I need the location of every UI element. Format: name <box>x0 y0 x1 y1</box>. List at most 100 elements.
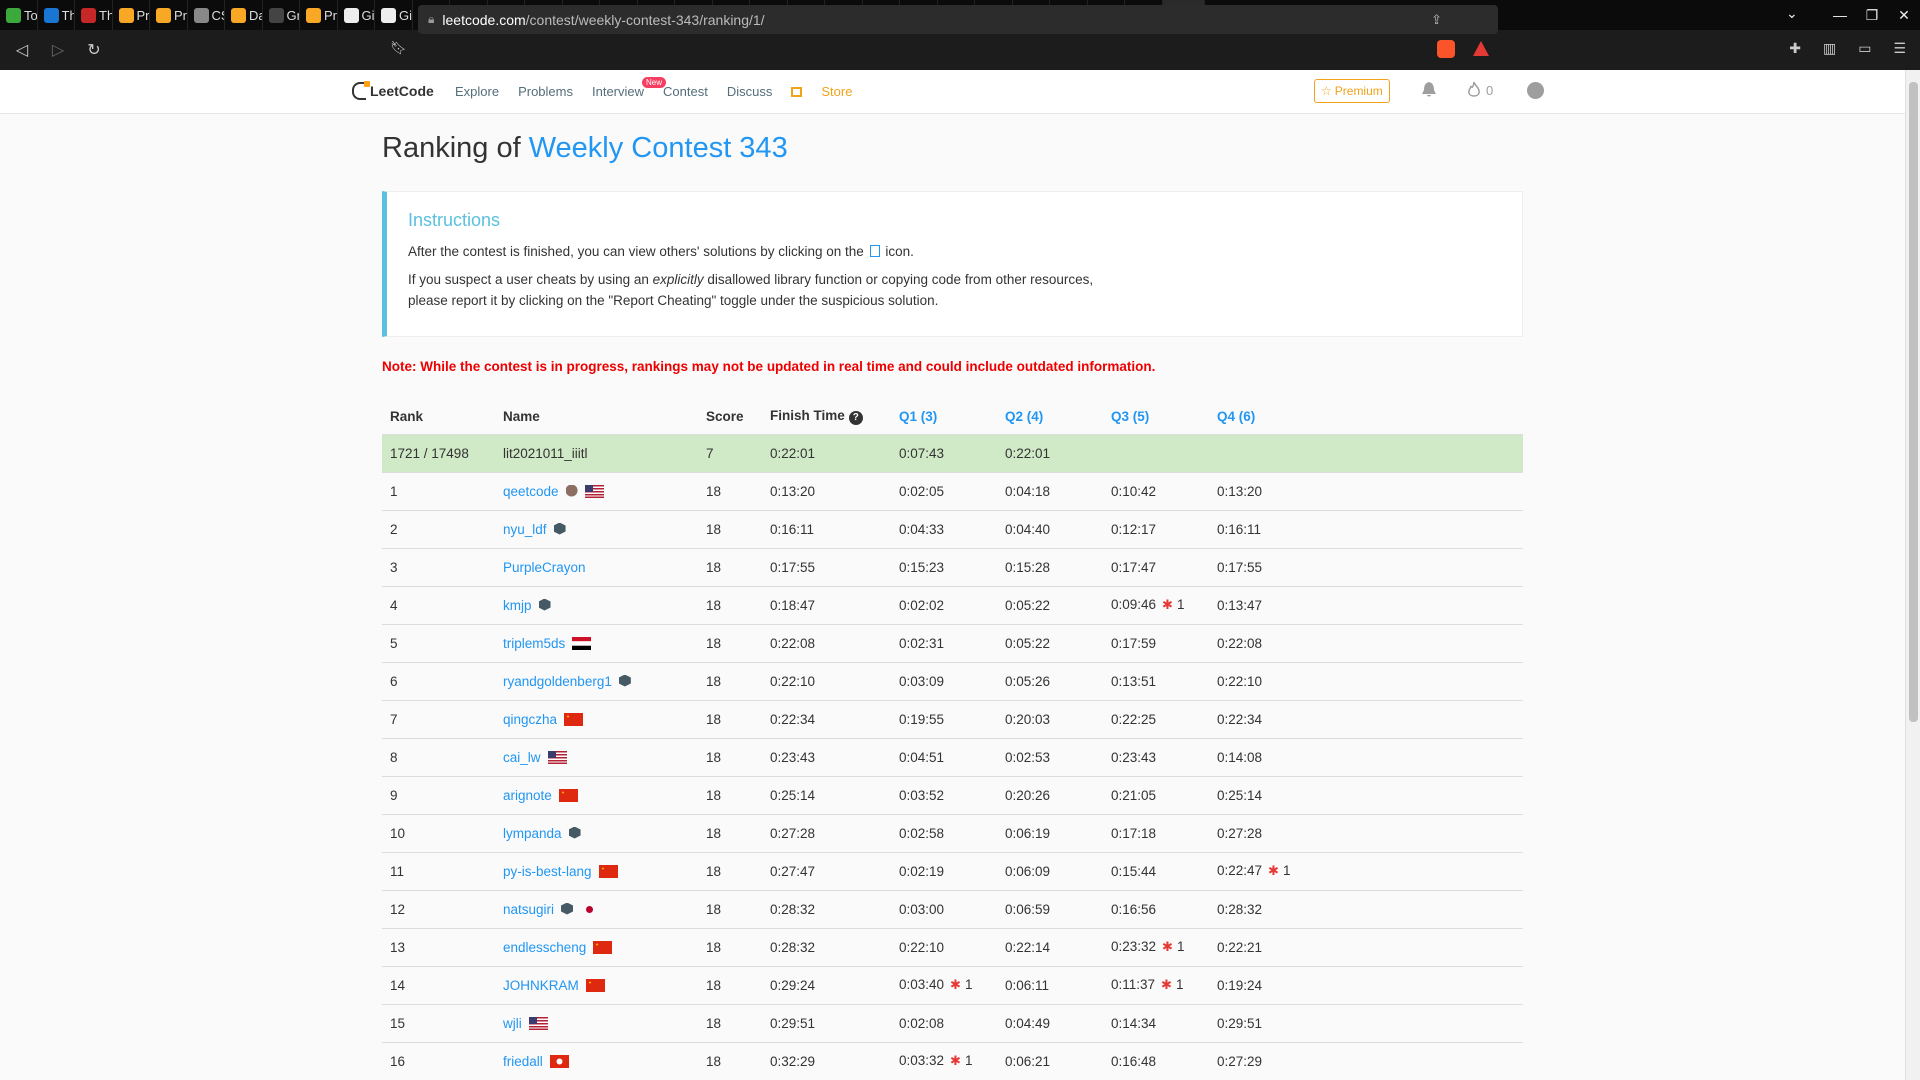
q1-cell[interactable]: 0:19:55 <box>891 699 997 738</box>
username-link[interactable]: wjli <box>503 1016 522 1031</box>
username-link[interactable]: cai_lw <box>503 750 541 765</box>
browser-tab[interactable]: The <box>75 0 113 30</box>
q1-cell[interactable]: 0:04:51 <box>891 737 997 776</box>
username-link[interactable]: triplem5ds <box>503 636 565 651</box>
q4-cell[interactable]: 0:22:21 <box>1209 927 1523 966</box>
q2-cell[interactable]: 0:02:53 <box>997 737 1103 776</box>
q1-cell[interactable]: 0:02:08 <box>891 1003 997 1042</box>
username-link[interactable]: nyu_ldf <box>503 522 547 537</box>
browser-tab[interactable]: Git <box>338 0 375 30</box>
q2-cell[interactable]: 0:04:49 <box>997 1003 1103 1042</box>
q3-cell[interactable]: 0:12:17 <box>1103 509 1209 548</box>
browser-tab[interactable]: Pro <box>150 0 188 30</box>
q1-cell[interactable]: 0:02:31 <box>891 623 997 662</box>
q2-cell[interactable]: 0:05:22 <box>997 623 1103 662</box>
q4-cell[interactable]: 0:22:34 <box>1209 699 1523 738</box>
q4-cell[interactable]: 0:22:10 <box>1209 661 1523 700</box>
q2-cell[interactable]: 0:04:40 <box>997 509 1103 548</box>
browser-tab[interactable]: Pro <box>300 0 338 30</box>
q3-cell[interactable]: 0:13:51 <box>1103 661 1209 700</box>
q2-cell[interactable]: 0:06:09 <box>997 851 1103 890</box>
username-link[interactable]: endlesscheng <box>503 940 586 955</box>
q3-cell[interactable]: 0:15:44 <box>1103 851 1209 890</box>
header-q4[interactable]: Q4 (6) <box>1209 400 1523 434</box>
q3-cell[interactable]: 0:14:34 <box>1103 1003 1209 1042</box>
wallet-icon[interactable]: ▭ <box>1858 40 1871 57</box>
q1-cell[interactable]: 0:03:40 ✱ 1 <box>891 965 997 1004</box>
q3-cell[interactable]: 0:16:56 <box>1103 889 1209 928</box>
nav-store[interactable]: Store <box>791 84 871 99</box>
nav-interview[interactable]: Interview <box>592 84 644 99</box>
q2-cell[interactable]: 0:06:11 <box>997 965 1103 1004</box>
q1-cell[interactable]: 0:22:10 <box>891 927 997 966</box>
brave-rewards-icon[interactable] <box>1472 40 1490 58</box>
q2-cell[interactable]: 0:06:59 <box>997 889 1103 928</box>
q2-cell[interactable]: 0:20:03 <box>997 699 1103 738</box>
q4-cell[interactable]: 0:27:28 <box>1209 813 1523 852</box>
nav-contest[interactable]: Contest <box>663 84 708 99</box>
browser-tab[interactable]: CSE <box>188 0 225 30</box>
browser-tab[interactable]: Gra <box>263 0 300 30</box>
username-link[interactable]: py-is-best-lang <box>503 864 592 879</box>
q4-cell[interactable]: 0:25:14 <box>1209 775 1523 814</box>
q3-cell[interactable]: 0:23:43 <box>1103 737 1209 776</box>
username-link[interactable]: PurpleCrayon <box>503 560 586 575</box>
q1-cell[interactable]: 0:03:32 ✱ 1 <box>891 1041 997 1080</box>
q2-cell[interactable]: 0:05:22 <box>997 585 1103 624</box>
browser-tab[interactable]: Das <box>225 0 263 30</box>
q1-cell[interactable]: 0:03:00 <box>891 889 997 928</box>
help-icon[interactable]: ? <box>848 411 863 426</box>
tab-search-icon[interactable]: ⌄ <box>1786 5 1798 22</box>
q4-cell[interactable]: 0:14:08 <box>1209 737 1523 776</box>
back-icon[interactable]: ◁ <box>8 40 36 60</box>
header-q3[interactable]: Q3 (5) <box>1103 400 1209 434</box>
q3-cell[interactable]: 0:22:25 <box>1103 699 1209 738</box>
nav-problems[interactable]: Problems <box>518 84 573 99</box>
q4-cell[interactable]: 0:13:20 <box>1209 471 1523 510</box>
avatar[interactable] <box>1527 82 1544 99</box>
leetcode-logo[interactable]: LeetCode <box>352 81 434 100</box>
q4-cell[interactable]: 0:29:51 <box>1209 1003 1523 1042</box>
q4-cell[interactable]: 0:22:08 <box>1209 623 1523 662</box>
q1-cell[interactable]: 0:02:02 <box>891 585 997 624</box>
browser-tab[interactable]: The <box>38 0 75 30</box>
nav-discuss[interactable]: Discuss <box>727 84 773 99</box>
q2-cell[interactable]: 0:04:18 <box>997 471 1103 510</box>
q4-cell[interactable]: 0:17:55 <box>1209 547 1523 586</box>
q3-cell[interactable]: 0:21:05 <box>1103 775 1209 814</box>
q1-cell[interactable]: 0:04:33 <box>891 509 997 548</box>
q4-cell[interactable]: 0:22:47 ✱ 1 <box>1209 851 1523 890</box>
browser-tab[interactable]: Tor <box>0 0 38 30</box>
username-link[interactable]: arignote <box>503 788 552 803</box>
username-link[interactable]: qingczha <box>503 712 557 727</box>
q4-cell[interactable]: 0:27:29 <box>1209 1041 1523 1080</box>
q1-cell[interactable]: 0:03:52 <box>891 775 997 814</box>
q3-cell[interactable]: 0:09:46 ✱ 1 <box>1103 585 1209 624</box>
q1-cell[interactable]: 0:02:19 <box>891 851 997 890</box>
streak-counter[interactable]: 0 <box>1468 82 1493 98</box>
q3-cell[interactable]: 0:16:48 <box>1103 1041 1209 1080</box>
q3-cell[interactable]: 0:17:18 <box>1103 813 1209 852</box>
q4-cell[interactable]: 0:13:47 <box>1209 585 1523 624</box>
scrollbar-thumb[interactable] <box>1909 82 1918 722</box>
contest-link[interactable]: Weekly Contest 343 <box>529 132 788 164</box>
nav-explore[interactable]: Explore <box>455 84 499 99</box>
header-q2[interactable]: Q2 (4) <box>997 400 1103 434</box>
q2-cell[interactable]: 0:22:14 <box>997 927 1103 966</box>
share-icon[interactable]: ⇪ <box>1431 12 1442 28</box>
restore-icon[interactable]: ❐ <box>1856 7 1888 24</box>
username-link[interactable]: friedall <box>503 1054 543 1069</box>
q3-cell[interactable]: 0:11:37 ✱ 1 <box>1103 965 1209 1004</box>
bell-icon[interactable] <box>1422 82 1436 98</box>
q2-cell[interactable]: 0:06:19 <box>997 813 1103 852</box>
close-window-icon[interactable]: ✕ <box>1888 7 1920 24</box>
browser-tab[interactable]: Pro <box>113 0 150 30</box>
q2-cell[interactable]: 0:20:26 <box>997 775 1103 814</box>
q1-cell[interactable]: 0:02:05 <box>891 471 997 510</box>
sidebar-icon[interactable]: ▥ <box>1823 40 1836 57</box>
username-link[interactable]: ryandgoldenberg1 <box>503 674 612 689</box>
forward-icon[interactable]: ▷ <box>44 40 72 60</box>
address-bar[interactable]: 🔒︎ leetcode.com/contest/weekly-contest-3… <box>418 5 1498 34</box>
premium-button[interactable]: ☆ Premium <box>1314 79 1390 103</box>
username-link[interactable]: kmjp <box>503 598 532 613</box>
